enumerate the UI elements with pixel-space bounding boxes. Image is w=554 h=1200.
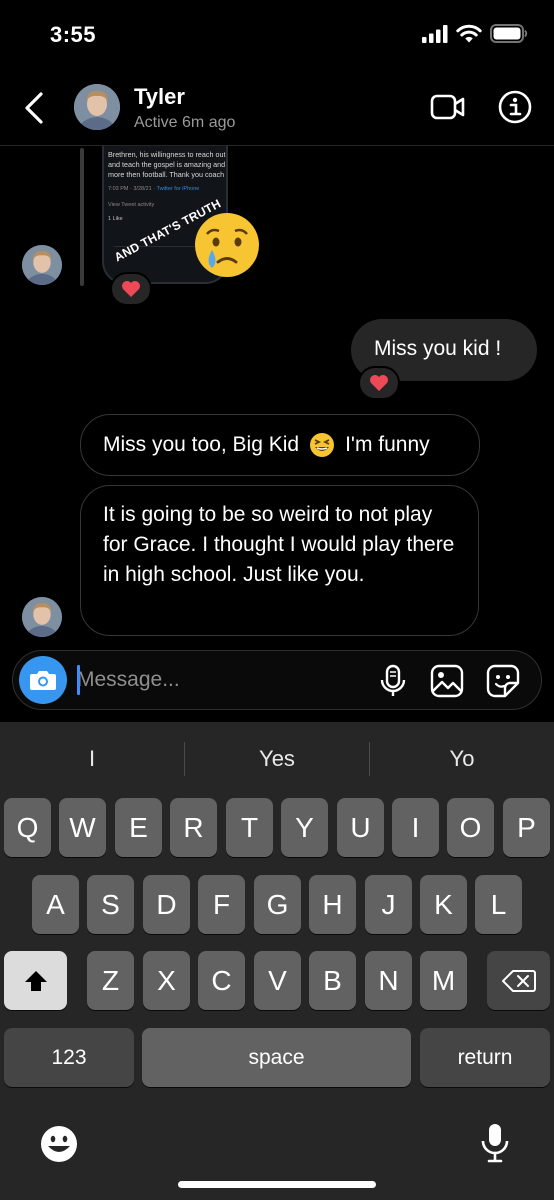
contact-avatar-small[interactable]	[22, 245, 62, 285]
key-w[interactable]: W	[59, 798, 106, 857]
delete-icon	[501, 969, 536, 992]
shared-post-source: Twitter for iPhone	[156, 186, 200, 192]
video-call-icon[interactable]	[430, 92, 466, 122]
key-r[interactable]: R	[170, 798, 217, 857]
avatar-photo	[22, 245, 62, 285]
reply-thread-line	[80, 148, 84, 286]
key-q[interactable]: Q	[4, 798, 51, 857]
red-heart-icon	[370, 375, 388, 391]
battery-icon	[490, 24, 528, 43]
suggestion-3[interactable]: Yo	[370, 742, 554, 776]
text-cursor	[77, 665, 80, 695]
keyboard: I Yes Yo Q W E R T Y U I O P A S D F G H…	[0, 722, 554, 1200]
shift-key[interactable]	[4, 951, 67, 1010]
key-s[interactable]: S	[87, 875, 134, 934]
key-t[interactable]: T	[226, 798, 273, 857]
key-o[interactable]: O	[447, 798, 494, 857]
predictive-bar: I Yes Yo	[0, 722, 554, 796]
message-composer	[12, 650, 542, 710]
camera-button[interactable]	[19, 656, 67, 704]
key-z[interactable]: Z	[87, 951, 134, 1010]
key-u[interactable]: U	[337, 798, 384, 857]
key-y[interactable]: Y	[281, 798, 328, 857]
message-text: Miss you too, Big Kid	[103, 433, 300, 456]
avatar-photo	[22, 597, 62, 637]
suggestion-2[interactable]: Yes	[185, 742, 369, 776]
camera-icon	[30, 671, 56, 690]
suggestion-1[interactable]: I	[0, 742, 184, 776]
sticker-icon[interactable]	[485, 663, 521, 699]
key-l[interactable]: L	[475, 875, 522, 934]
contact-active-status: Active 6m ago	[134, 114, 236, 131]
microphone-icon[interactable]	[375, 663, 411, 699]
return-key[interactable]: return	[420, 1028, 550, 1087]
key-g[interactable]: G	[254, 875, 301, 934]
shift-icon	[24, 970, 47, 991]
back-arrow-icon[interactable]	[20, 90, 48, 126]
info-icon[interactable]	[498, 90, 532, 124]
home-indicator[interactable]	[178, 1181, 376, 1188]
heart-reaction[interactable]	[358, 366, 400, 400]
red-heart-icon	[122, 281, 140, 297]
delete-key[interactable]	[487, 951, 550, 1010]
status-bar: 3:55	[0, 0, 554, 70]
space-key[interactable]: space	[142, 1028, 411, 1087]
key-d[interactable]: D	[143, 875, 190, 934]
key-p[interactable]: P	[503, 798, 550, 857]
key-k[interactable]: K	[420, 875, 467, 934]
signal-icon	[422, 24, 448, 43]
key-i[interactable]: I	[392, 798, 439, 857]
message-text: Miss you kid !	[374, 337, 502, 360]
shared-post-meta: 7:03 PM · 3/28/21 · Twitter for iPhone	[108, 186, 199, 192]
shared-post-text: Brethren, his willingness to reach out a…	[108, 150, 226, 179]
incoming-message[interactable]: It is going to be so weird to not play f…	[80, 485, 479, 636]
wifi-icon	[456, 24, 482, 43]
shared-post-activity: View Tweet activity	[108, 202, 155, 208]
contact-avatar[interactable]	[74, 84, 120, 130]
key-m[interactable]: M	[420, 951, 467, 1010]
contact-name[interactable]: Tyler	[134, 84, 185, 110]
numbers-key[interactable]: 123	[4, 1028, 134, 1087]
incoming-message[interactable]: Miss you too, Big Kid I'm funny	[80, 414, 480, 476]
key-f[interactable]: F	[198, 875, 245, 934]
status-time: 3:55	[50, 22, 97, 47]
message-input[interactable]	[77, 663, 367, 697]
key-n[interactable]: N	[365, 951, 412, 1010]
key-j[interactable]: J	[365, 875, 412, 934]
key-x[interactable]: X	[143, 951, 190, 1010]
contact-avatar-small[interactable]	[22, 597, 62, 637]
chat-header: Tyler Active 6m ago	[0, 70, 554, 146]
key-h[interactable]: H	[309, 875, 356, 934]
key-a[interactable]: A	[32, 875, 79, 934]
emoji-icon[interactable]	[39, 1124, 79, 1164]
key-e[interactable]: E	[115, 798, 162, 857]
gallery-icon[interactable]	[429, 663, 465, 699]
crying-face-emoji-icon	[195, 213, 259, 277]
status-icons	[422, 24, 528, 43]
message-text: It is going to be so weird to not play f…	[103, 503, 455, 586]
key-c[interactable]: C	[198, 951, 245, 1010]
dictation-icon[interactable]	[480, 1122, 510, 1164]
key-b[interactable]: B	[309, 951, 356, 1010]
shared-post-likes: 1 Like	[108, 216, 123, 222]
key-v[interactable]: V	[254, 951, 301, 1010]
grinning-squinting-face-emoji-icon	[310, 433, 335, 457]
shared-post-time: 7:03 PM · 3/28/21 ·	[108, 186, 157, 192]
avatar-photo	[74, 84, 120, 130]
heart-reaction[interactable]	[110, 272, 152, 306]
message-text-suffix: I'm funny	[345, 433, 430, 456]
